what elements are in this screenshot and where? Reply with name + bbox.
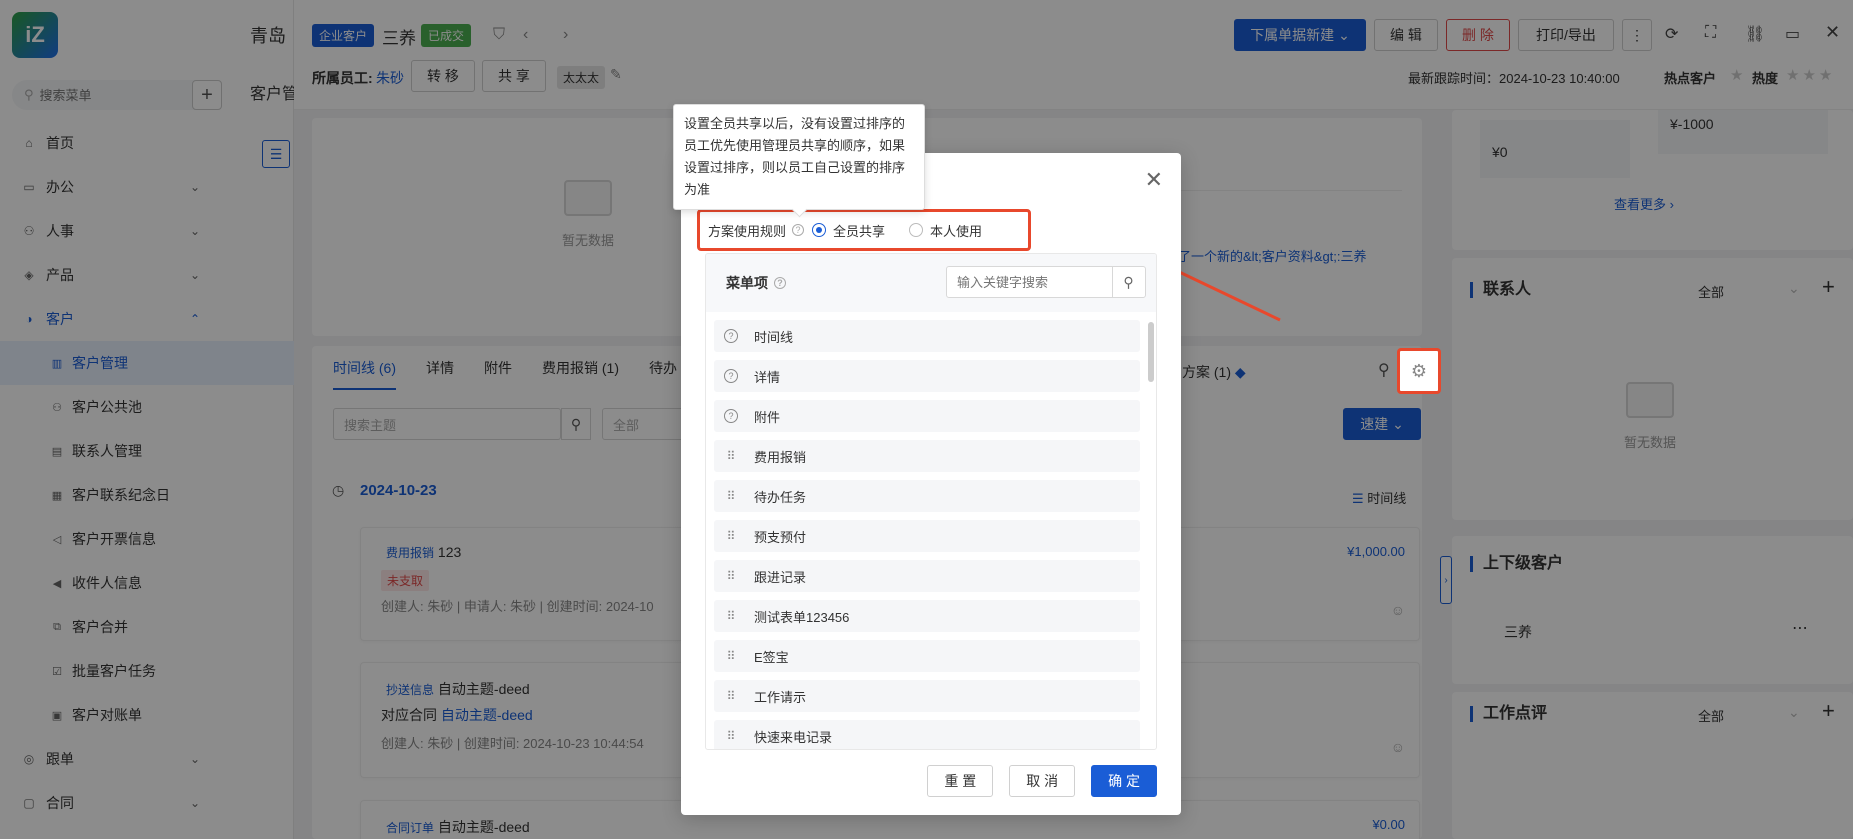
confirm-button[interactable]: 确 定 <box>1091 765 1157 797</box>
menu-item[interactable]: ⠿ E签宝 <box>714 640 1140 672</box>
menu-item[interactable]: ? 附件 <box>714 400 1140 432</box>
help-icon[interactable]: ? <box>792 224 805 236</box>
menu-item[interactable]: ⠿ 费用报销 <box>714 440 1140 472</box>
menu-search[interactable]: ⚲ <box>946 266 1146 298</box>
search-icon[interactable]: ⚲ <box>1112 267 1144 297</box>
drag-handle-icon[interactable]: ⠿ <box>724 649 738 663</box>
help-icon: ? <box>724 329 738 343</box>
help-icon: ? <box>724 409 738 423</box>
help-icon[interactable]: ? <box>774 277 786 289</box>
menu-item[interactable]: ⠿ 待办任务 <box>714 480 1140 512</box>
drag-handle-icon[interactable]: ⠿ <box>724 489 738 503</box>
drag-handle-icon[interactable]: ⠿ <box>724 569 738 583</box>
sort-settings-modal: ✕ 方案使用规则 ? 全员共享 本人使用 菜单项 ? ⚲ ?时间线 ?详情 ?附… <box>681 153 1181 815</box>
menu-search-input[interactable] <box>947 274 1112 290</box>
menu-item[interactable]: ? 时间线 <box>714 320 1140 352</box>
menu-item[interactable]: ⠿ 快速来电记录 <box>714 720 1140 749</box>
radio-all-share[interactable]: 全员共享 <box>812 221 885 240</box>
cancel-button[interactable]: 取 消 <box>1009 765 1076 797</box>
close-icon[interactable]: ✕ <box>1145 167 1163 193</box>
menu-item[interactable]: ⠿ 工作请示 <box>714 680 1140 712</box>
reset-button[interactable]: 重 置 <box>927 765 994 797</box>
menu-item[interactable]: ? 详情 <box>714 360 1140 392</box>
radio-unchecked-icon <box>909 223 924 237</box>
drag-handle-icon[interactable]: ⠿ <box>724 689 738 703</box>
help-icon: ? <box>724 369 738 383</box>
menu-item[interactable]: ⠿ 预支预付 <box>714 520 1140 552</box>
menu-list: ? 时间线 ? 详情 ? 附件 ⠿ 费用报销 ⠿ 待办任务 ⠿ 预支预付 ⠿ 跟进记录 ⠿ 测试… <box>714 320 1140 749</box>
drag-handle-icon[interactable]: ⠿ <box>724 729 738 743</box>
drag-handle-icon[interactable]: ⠿ <box>724 609 738 623</box>
menu-item[interactable]: ⠿ 跟进记录 <box>714 560 1140 592</box>
app-root: iZ ⚲ + ⌂首页 ▭办公⌄ ⚇人事⌄ ◈产品⌄ ◑客户⌃ ▥客户管理 ⚇客户… <box>0 0 1853 839</box>
menu-item[interactable]: ⠿ 测试表单123456 <box>714 600 1140 632</box>
menu-header: 菜单项 ? ⚲ <box>706 254 1156 312</box>
menu-items-panel: 菜单项 ? ⚲ ?时间线 ?详情 ?附件 ⠿费用报销 ⠿待办任务 ⠿预支预付 ⠿… <box>705 253 1157 750</box>
drag-handle-icon[interactable]: ⠿ <box>724 449 738 463</box>
scrollbar[interactable] <box>1148 322 1154 382</box>
radio-checked-icon <box>812 223 827 237</box>
modal-footer: 重 置 取 消 确 定 <box>927 765 1157 797</box>
rule-label: 方案使用规则 <box>708 223 787 239</box>
radio-self-use[interactable]: 本人使用 <box>909 221 982 240</box>
help-tooltip: 设置全员共享以后，没有设置过排序的员工优先使用管理员共享的顺序，如果设置过排序，… <box>673 104 925 210</box>
usage-rule-group: 方案使用规则 ? 全员共享 本人使用 <box>697 209 1031 251</box>
drag-handle-icon[interactable]: ⠿ <box>724 529 738 543</box>
